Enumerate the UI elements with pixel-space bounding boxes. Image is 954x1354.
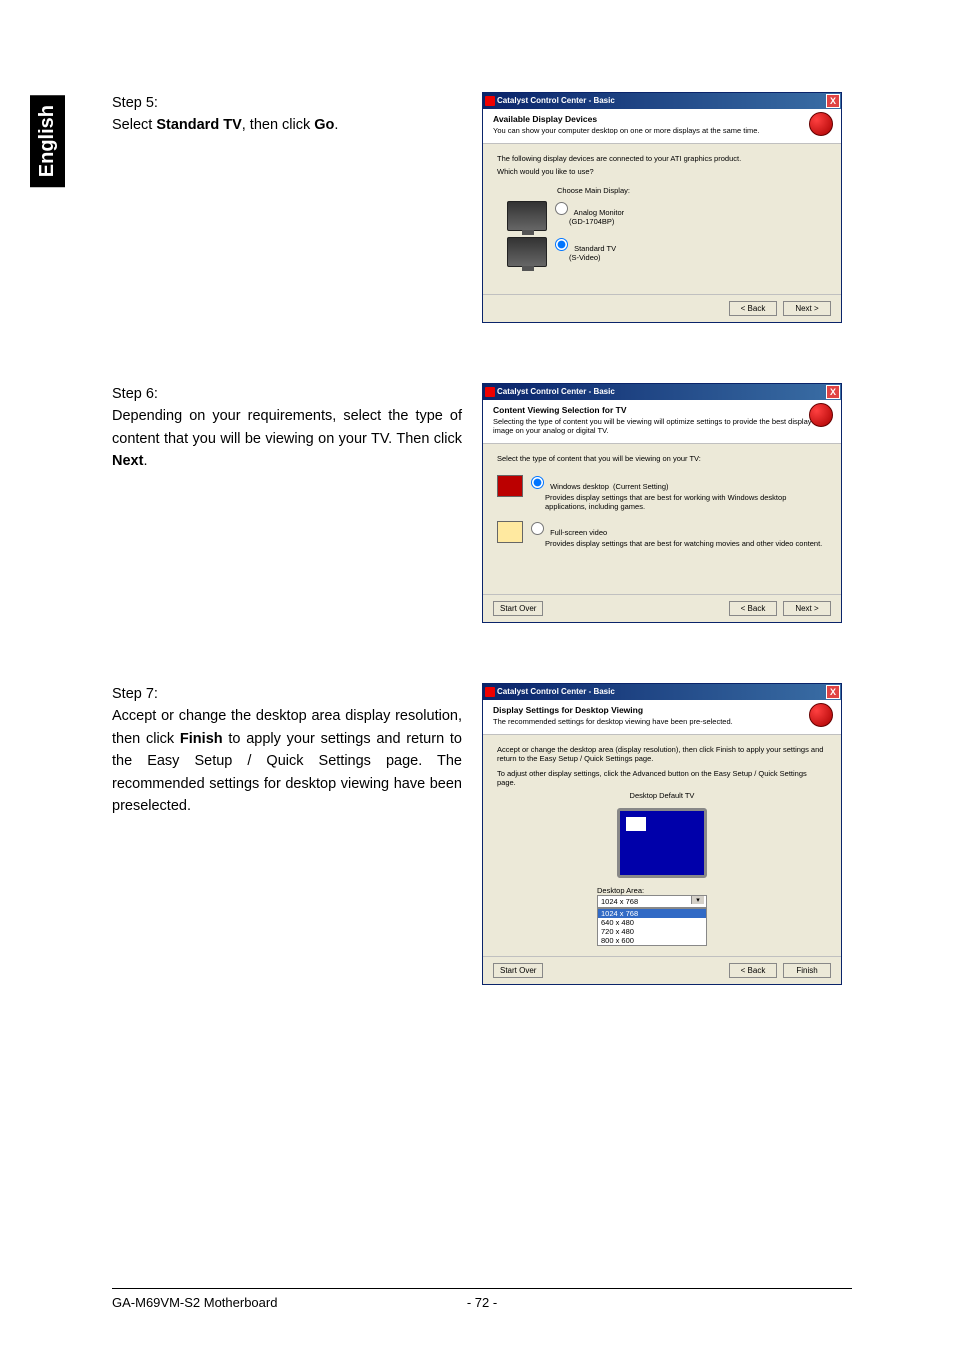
monitor-icon (507, 201, 547, 231)
back-button[interactable]: < Back (729, 601, 777, 616)
step-6-pre: Depending on your requirements, select t… (112, 408, 462, 446)
dialog-2-titlebar: Catalyst Control Center - Basic X (483, 384, 841, 400)
ati-logo-icon (809, 112, 833, 136)
radio-video-label: Full-screen video (550, 528, 607, 537)
back-button[interactable]: < Back (729, 301, 777, 316)
footer-left: GA-M69VM-S2 Motherboard (112, 1295, 467, 1310)
step-7-bold: Finish (180, 731, 223, 747)
list-item[interactable]: 720 x 480 (598, 927, 706, 936)
step-5-mid: , then click (242, 117, 315, 133)
dialog-3-title: Catalyst Control Center - Basic (497, 687, 615, 696)
radio-tv-label: Standard TV (574, 244, 616, 253)
start-over-button[interactable]: Start Over (493, 963, 543, 978)
dialog-1-titlebar: Catalyst Control Center - Basic X (483, 93, 841, 109)
start-over-button[interactable]: Start Over (493, 601, 543, 616)
dialog-3-header-sub: The recommended settings for desktop vie… (493, 717, 831, 726)
finish-button[interactable]: Finish (783, 963, 831, 978)
dialog-3-line2: To adjust other display settings, click … (497, 769, 827, 787)
dialog-1-body: The following display devices are connec… (483, 144, 841, 294)
radio-analog-monitor[interactable] (555, 202, 568, 215)
dialog-3-buttons: Start Over < Back Finish (483, 956, 841, 984)
step-7-label: Step 7: (112, 686, 158, 702)
radio-analog-sub: (GD-1704BP) (569, 217, 614, 226)
next-button[interactable]: Next > (783, 301, 831, 316)
dialog-2-wrap: Catalyst Control Center - Basic X Conten… (482, 383, 842, 623)
main-content: Step 5: Select Standard TV, then click G… (112, 92, 852, 1045)
step-5-b2: Go (314, 117, 334, 133)
desktop-icon (497, 475, 523, 497)
ati-icon (485, 96, 495, 106)
ati-logo-icon (809, 703, 833, 727)
radio-fullscreen-video[interactable] (531, 522, 544, 535)
dialog-1-header-sub: You can show your computer desktop on on… (493, 126, 831, 135)
step-5-pre: Select (112, 117, 156, 133)
dialog-2-buttons: Start Over < Back Next > (483, 594, 841, 622)
step-6-text: Step 6: Depending on your requirements, … (112, 383, 462, 623)
monitor-preview-icon (617, 808, 707, 878)
step-5-label: Step 5: (112, 95, 158, 111)
step-7-text: Step 7: Accept or change the desktop are… (112, 683, 462, 985)
radio-video-desc: Provides display settings that are best … (545, 539, 827, 548)
list-item[interactable]: 1024 x 768 (598, 909, 706, 918)
step-5-post: . (334, 117, 338, 133)
dialog-available-display-devices: Catalyst Control Center - Basic X Availa… (482, 92, 842, 323)
radio-analog-label: Analog Monitor (574, 208, 624, 217)
radio-standard-tv[interactable] (555, 238, 568, 251)
dialog-1-wrap: Catalyst Control Center - Basic X Availa… (482, 92, 842, 323)
dialog-3-line1: Accept or change the desktop area (displ… (497, 745, 827, 763)
step-5-row: Step 5: Select Standard TV, then click G… (112, 92, 852, 323)
dialog-3-wrap: Catalyst Control Center - Basic X Displa… (482, 683, 842, 985)
choose-main-display-label: Choose Main Display: (557, 186, 827, 195)
back-button[interactable]: < Back (729, 963, 777, 978)
close-icon[interactable]: X (826, 385, 840, 399)
dialog-1-title: Catalyst Control Center - Basic (497, 96, 615, 105)
radio-desktop-label: Windows desktop (550, 482, 609, 491)
dialog-2-intro: Select the type of content that you will… (497, 454, 827, 463)
footer-pagenum: - 72 - (467, 1295, 497, 1310)
dialog-2-body: Select the type of content that you will… (483, 444, 841, 594)
dialog-1-header: Available Display Devices You can show y… (483, 109, 841, 144)
dialog-3-titlebar: Catalyst Control Center - Basic X (483, 684, 841, 700)
dialog-3-header-title: Display Settings for Desktop Viewing (493, 705, 831, 715)
dialog-content-viewing-selection: Catalyst Control Center - Basic X Conten… (482, 383, 842, 623)
dialog-1-header-title: Available Display Devices (493, 114, 831, 124)
list-item[interactable]: 800 x 600 (598, 936, 706, 945)
ati-icon (485, 687, 495, 697)
dialog-1-buttons: < Back Next > (483, 294, 841, 322)
ati-logo-icon (809, 403, 833, 427)
radio-tv-sub: (S-Video) (569, 253, 601, 262)
step-6-label: Step 6: (112, 386, 158, 402)
video-icon (497, 521, 523, 543)
page-footer: GA-M69VM-S2 Motherboard - 72 - (112, 1288, 852, 1310)
step-6-bold: Next (112, 453, 143, 469)
next-button[interactable]: Next > (783, 601, 831, 616)
dialog-display-settings-desktop: Catalyst Control Center - Basic X Displa… (482, 683, 842, 985)
radio-desktop-desc: Provides display settings that are best … (545, 493, 827, 511)
step-7-row: Step 7: Accept or change the desktop are… (112, 683, 852, 985)
step-5-b1: Standard TV (156, 117, 241, 133)
dialog-2-title: Catalyst Control Center - Basic (497, 387, 615, 396)
step-6-row: Step 6: Depending on your requirements, … (112, 383, 852, 623)
ati-icon (485, 387, 495, 397)
language-tab: English (30, 95, 65, 187)
dialog-2-header: Content Viewing Selection for TV Selecti… (483, 400, 841, 444)
dialog-3-body: Accept or change the desktop area (displ… (483, 735, 841, 956)
close-icon[interactable]: X (826, 685, 840, 699)
tv-icon (507, 237, 547, 267)
desktop-area-label: Desktop Area: (597, 886, 827, 895)
dialog-2-header-title: Content Viewing Selection for TV (493, 405, 831, 415)
dialog-3-header: Display Settings for Desktop Viewing The… (483, 700, 841, 735)
radio-windows-desktop[interactable] (531, 476, 544, 489)
step-5-text: Step 5: Select Standard TV, then click G… (112, 92, 462, 323)
preview-label: Desktop Default TV (497, 791, 827, 800)
dialog-1-question: Which would you like to use? (497, 167, 827, 176)
dialog-1-intro: The following display devices are connec… (497, 154, 827, 163)
radio-desktop-suffix: (Current Setting) (613, 482, 668, 491)
close-icon[interactable]: X (826, 94, 840, 108)
step-6-post: . (143, 453, 147, 469)
list-item[interactable]: 640 x 480 (598, 918, 706, 927)
dialog-2-header-sub: Selecting the type of content you will b… (493, 417, 831, 435)
desktop-area-listbox[interactable]: 1024 x 768 640 x 480 720 x 480 800 x 600 (597, 908, 707, 946)
desktop-area-combo[interactable]: 1024 x 768 (597, 895, 707, 908)
